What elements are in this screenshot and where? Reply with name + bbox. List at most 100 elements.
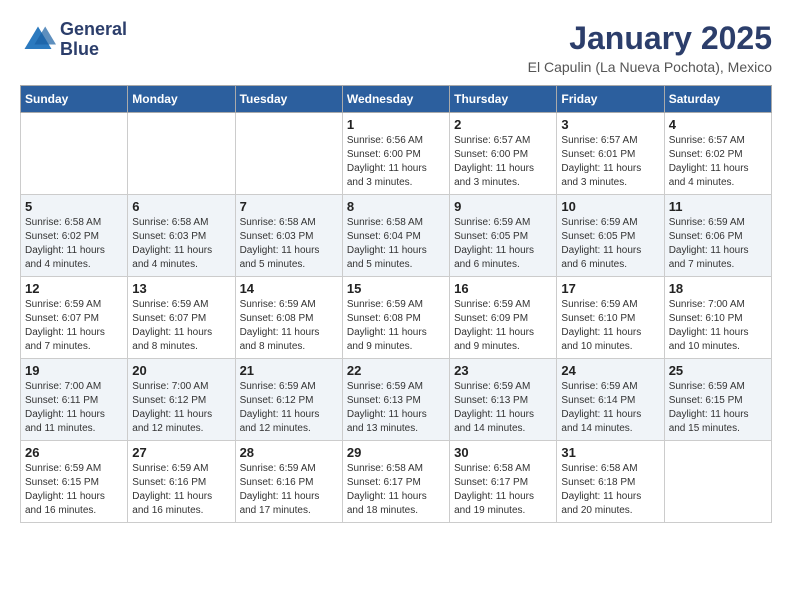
day-number: 1 (347, 117, 445, 132)
calendar-cell (21, 113, 128, 195)
day-info: Sunrise: 6:59 AM Sunset: 6:09 PM Dayligh… (454, 298, 552, 354)
day-info: Sunrise: 6:59 AM Sunset: 6:13 PM Dayligh… (454, 380, 552, 436)
day-number: 5 (25, 199, 123, 214)
calendar-cell: 6 Sunrise: 6:58 AM Sunset: 6:03 PM Daylig… (128, 195, 235, 277)
day-info: Sunrise: 6:59 AM Sunset: 6:16 PM Dayligh… (132, 462, 230, 518)
month-title: January 2025 (528, 20, 772, 57)
page-header: General Blue January 2025 El Capulin (La… (20, 20, 772, 75)
day-info: Sunrise: 6:59 AM Sunset: 6:08 PM Dayligh… (347, 298, 445, 354)
weekday-header: Saturday (664, 86, 771, 113)
day-info: Sunrise: 6:58 AM Sunset: 6:03 PM Dayligh… (240, 216, 338, 272)
day-info: Sunrise: 6:59 AM Sunset: 6:06 PM Dayligh… (669, 216, 767, 272)
day-info: Sunrise: 6:58 AM Sunset: 6:17 PM Dayligh… (454, 462, 552, 518)
day-number: 26 (25, 445, 123, 460)
day-info: Sunrise: 6:59 AM Sunset: 6:05 PM Dayligh… (454, 216, 552, 272)
calendar-week-row: 26 Sunrise: 6:59 AM Sunset: 6:15 PM Dayli… (21, 441, 772, 523)
day-number: 17 (561, 281, 659, 296)
day-number: 16 (454, 281, 552, 296)
calendar-cell: 24 Sunrise: 6:59 AM Sunset: 6:14 PM Dayli… (557, 359, 664, 441)
day-number: 25 (669, 363, 767, 378)
calendar-cell: 4 Sunrise: 6:57 AM Sunset: 6:02 PM Daylig… (664, 113, 771, 195)
weekday-header: Wednesday (342, 86, 449, 113)
calendar-week-row: 5Sunrise: 6:58 AM Sunset: 6:02 PM Daylig… (21, 195, 772, 277)
day-number: 6 (132, 199, 230, 214)
day-number: 24 (561, 363, 659, 378)
day-info: Sunrise: 7:00 AM Sunset: 6:10 PM Dayligh… (669, 298, 767, 354)
day-info: Sunrise: 6:59 AM Sunset: 6:13 PM Dayligh… (347, 380, 445, 436)
day-info: Sunrise: 6:58 AM Sunset: 6:04 PM Dayligh… (347, 216, 445, 272)
day-number: 11 (669, 199, 767, 214)
calendar-cell: 23 Sunrise: 6:59 AM Sunset: 6:13 PM Dayli… (450, 359, 557, 441)
day-number: 12 (25, 281, 123, 296)
calendar-cell: 1 Sunrise: 6:56 AM Sunset: 6:00 PM Daylig… (342, 113, 449, 195)
day-number: 4 (669, 117, 767, 132)
weekday-header: Thursday (450, 86, 557, 113)
day-number: 8 (347, 199, 445, 214)
weekday-header: Sunday (21, 86, 128, 113)
day-number: 9 (454, 199, 552, 214)
day-info: Sunrise: 6:59 AM Sunset: 6:10 PM Dayligh… (561, 298, 659, 354)
day-number: 19 (25, 363, 123, 378)
day-info: Sunrise: 6:59 AM Sunset: 6:12 PM Dayligh… (240, 380, 338, 436)
day-info: Sunrise: 6:58 AM Sunset: 6:18 PM Dayligh… (561, 462, 659, 518)
calendar-cell: 11 Sunrise: 6:59 AM Sunset: 6:06 PM Dayli… (664, 195, 771, 277)
day-number: 15 (347, 281, 445, 296)
calendar-cell: 19 Sunrise: 7:00 AM Sunset: 6:11 PM Dayli… (21, 359, 128, 441)
day-number: 29 (347, 445, 445, 460)
calendar-cell (235, 113, 342, 195)
location: El Capulin (La Nueva Pochota), Mexico (528, 59, 772, 75)
day-info: Sunrise: 6:56 AM Sunset: 6:00 PM Dayligh… (347, 134, 445, 190)
day-info: Sunrise: 6:59 AM Sunset: 6:14 PM Dayligh… (561, 380, 659, 436)
title-block: January 2025 El Capulin (La Nueva Pochot… (528, 20, 772, 75)
calendar-cell: 21 Sunrise: 6:59 AM Sunset: 6:12 PM Dayli… (235, 359, 342, 441)
calendar-cell: 31 Sunrise: 6:58 AM Sunset: 6:18 PM Dayli… (557, 441, 664, 523)
day-info: Sunrise: 6:57 AM Sunset: 6:02 PM Dayligh… (669, 134, 767, 190)
calendar-cell (128, 113, 235, 195)
calendar-cell: 2 Sunrise: 6:57 AM Sunset: 6:00 PM Daylig… (450, 113, 557, 195)
calendar-cell: 15 Sunrise: 6:59 AM Sunset: 6:08 PM Dayli… (342, 277, 449, 359)
calendar-table: SundayMondayTuesdayWednesdayThursdayFrid… (20, 85, 772, 523)
logo-text: General Blue (60, 20, 127, 60)
day-number: 2 (454, 117, 552, 132)
calendar-week-row: 12 Sunrise: 6:59 AM Sunset: 6:07 PM Dayli… (21, 277, 772, 359)
day-number: 27 (132, 445, 230, 460)
day-number: 28 (240, 445, 338, 460)
logo-icon (20, 22, 56, 58)
weekday-header: Tuesday (235, 86, 342, 113)
day-number: 18 (669, 281, 767, 296)
day-number: 14 (240, 281, 338, 296)
day-number: 22 (347, 363, 445, 378)
calendar-cell: 25 Sunrise: 6:59 AM Sunset: 6:15 PM Dayli… (664, 359, 771, 441)
weekday-header-row: SundayMondayTuesdayWednesdayThursdayFrid… (21, 86, 772, 113)
day-info: Sunrise: 7:00 AM Sunset: 6:12 PM Dayligh… (132, 380, 230, 436)
calendar-cell: 9 Sunrise: 6:59 AM Sunset: 6:05 PM Daylig… (450, 195, 557, 277)
day-info: Sunrise: 6:59 AM Sunset: 6:07 PM Dayligh… (25, 298, 123, 354)
calendar-cell: 13Sunrise: 6:59 AM Sunset: 6:07 PM Dayli… (128, 277, 235, 359)
day-info: Sunrise: 6:59 AM Sunset: 6:07 PM Dayligh… (132, 298, 230, 354)
day-number: 30 (454, 445, 552, 460)
calendar-cell: 18 Sunrise: 7:00 AM Sunset: 6:10 PM Dayli… (664, 277, 771, 359)
calendar-cell: 7Sunrise: 6:58 AM Sunset: 6:03 PM Daylig… (235, 195, 342, 277)
calendar-cell: 26 Sunrise: 6:59 AM Sunset: 6:15 PM Dayli… (21, 441, 128, 523)
day-info: Sunrise: 6:59 AM Sunset: 6:15 PM Dayligh… (25, 462, 123, 518)
weekday-header: Monday (128, 86, 235, 113)
weekday-header: Friday (557, 86, 664, 113)
day-number: 3 (561, 117, 659, 132)
day-info: Sunrise: 6:57 AM Sunset: 6:00 PM Dayligh… (454, 134, 552, 190)
day-number: 31 (561, 445, 659, 460)
day-info: Sunrise: 6:58 AM Sunset: 6:03 PM Dayligh… (132, 216, 230, 272)
day-info: Sunrise: 7:00 AM Sunset: 6:11 PM Dayligh… (25, 380, 123, 436)
day-number: 21 (240, 363, 338, 378)
day-info: Sunrise: 6:59 AM Sunset: 6:05 PM Dayligh… (561, 216, 659, 272)
calendar-cell (664, 441, 771, 523)
calendar-cell: 29 Sunrise: 6:58 AM Sunset: 6:17 PM Dayli… (342, 441, 449, 523)
day-number: 23 (454, 363, 552, 378)
calendar-cell: 16 Sunrise: 6:59 AM Sunset: 6:09 PM Dayli… (450, 277, 557, 359)
day-number: 10 (561, 199, 659, 214)
calendar-cell: 14Sunrise: 6:59 AM Sunset: 6:08 PM Dayli… (235, 277, 342, 359)
day-info: Sunrise: 6:59 AM Sunset: 6:15 PM Dayligh… (669, 380, 767, 436)
calendar-cell: 27 Sunrise: 6:59 AM Sunset: 6:16 PM Dayli… (128, 441, 235, 523)
calendar-cell: 5Sunrise: 6:58 AM Sunset: 6:02 PM Daylig… (21, 195, 128, 277)
day-info: Sunrise: 6:58 AM Sunset: 6:17 PM Dayligh… (347, 462, 445, 518)
day-info: Sunrise: 6:57 AM Sunset: 6:01 PM Dayligh… (561, 134, 659, 190)
